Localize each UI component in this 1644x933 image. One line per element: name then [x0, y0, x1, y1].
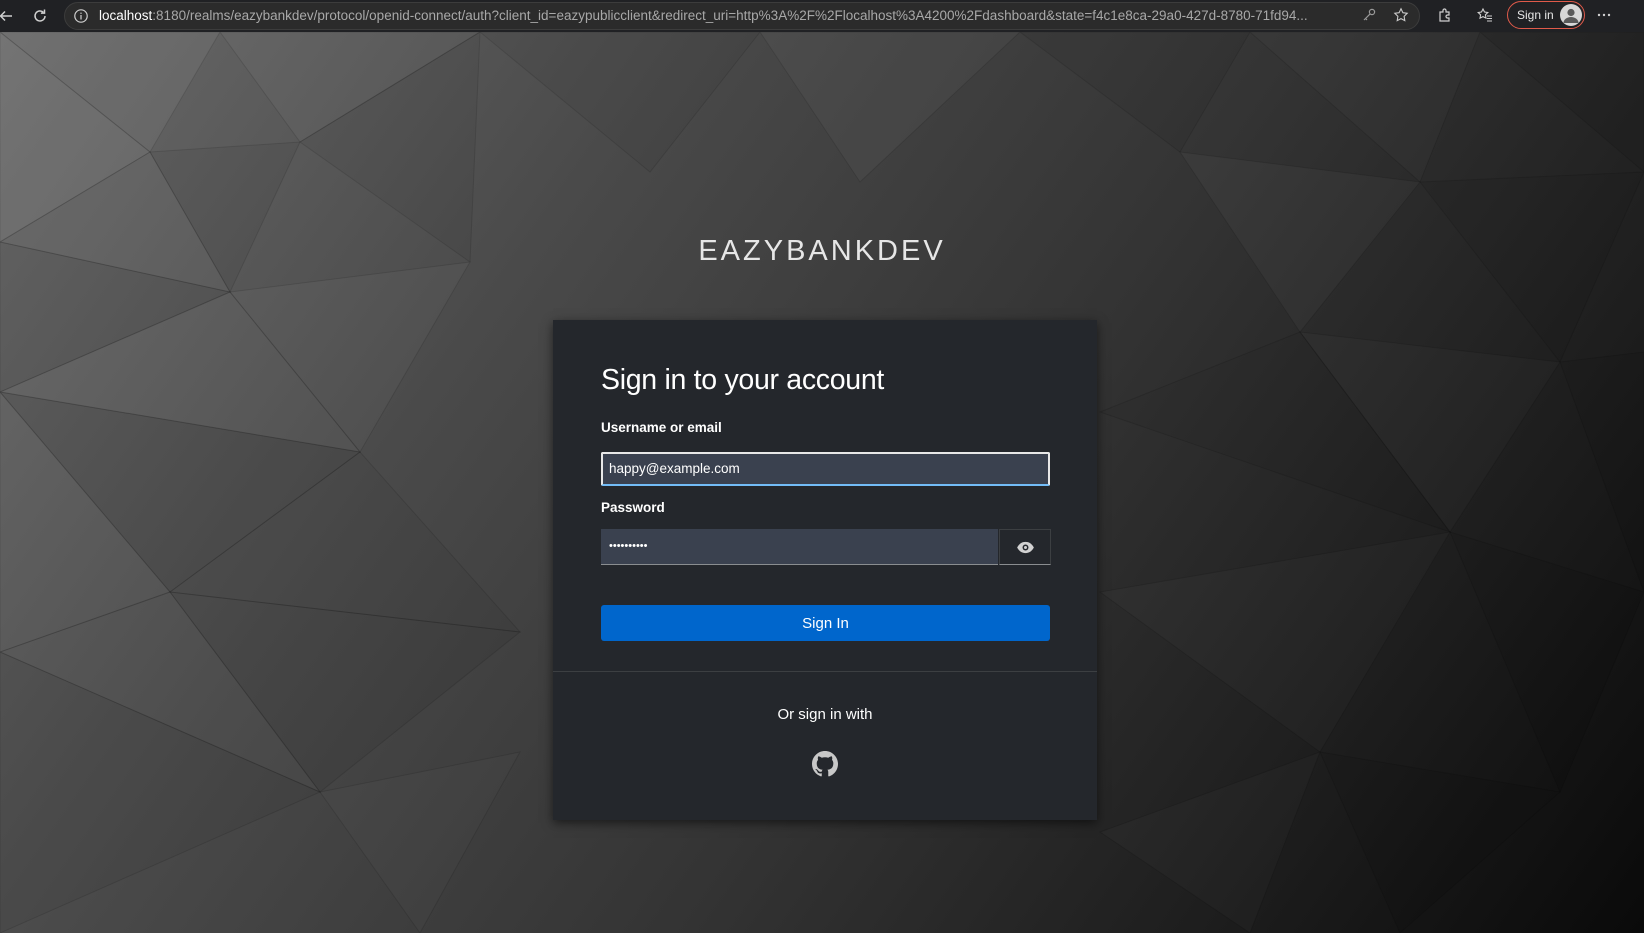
profile-signin-button[interactable]: Sign in	[1507, 1, 1585, 29]
username-label: Username or email	[601, 420, 722, 435]
realm-brand-title: EAZYBANKDEV	[698, 235, 946, 267]
login-heading: Sign in to your account	[601, 364, 885, 396]
profile-signin-label: Sign in	[1517, 8, 1554, 22]
social-login-text: Or sign in with	[777, 706, 873, 723]
section-divider	[553, 671, 1097, 672]
browser-toolbar: localhost:8180/realms/eazybankdev/protoc…	[0, 0, 1644, 32]
password-input[interactable]: ••••••••••	[601, 529, 998, 565]
github-icon[interactable]	[812, 751, 838, 777]
favorites-icon[interactable]	[1477, 7, 1493, 23]
sign-in-button[interactable]: Sign In	[601, 605, 1050, 641]
username-input[interactable]: happy@example.com	[601, 452, 1050, 486]
star-icon[interactable]	[1393, 7, 1409, 23]
url-text[interactable]: localhost:8180/realms/eazybankdev/protoc…	[99, 3, 1419, 29]
reload-icon[interactable]	[30, 6, 50, 26]
eye-icon	[1016, 541, 1034, 553]
url-host: localhost	[99, 8, 153, 23]
key-icon[interactable]	[1361, 7, 1377, 23]
back-arrow-icon[interactable]	[0, 6, 16, 26]
extensions-icon[interactable]	[1437, 7, 1453, 23]
address-bar[interactable]: localhost:8180/realms/eazybankdev/protoc…	[64, 2, 1420, 30]
site-info-icon[interactable]	[73, 8, 89, 24]
profile-avatar-icon	[1560, 4, 1582, 26]
show-password-button[interactable]	[999, 529, 1051, 565]
password-label: Password	[601, 500, 665, 515]
login-card: Sign in to your account Username or emai…	[553, 320, 1097, 820]
more-icon[interactable]	[1596, 7, 1612, 23]
login-page-background: EAZYBANKDEV Sign in to your account User…	[0, 32, 1644, 933]
url-path: :8180/realms/eazybankdev/protocol/openid…	[152, 8, 1308, 23]
